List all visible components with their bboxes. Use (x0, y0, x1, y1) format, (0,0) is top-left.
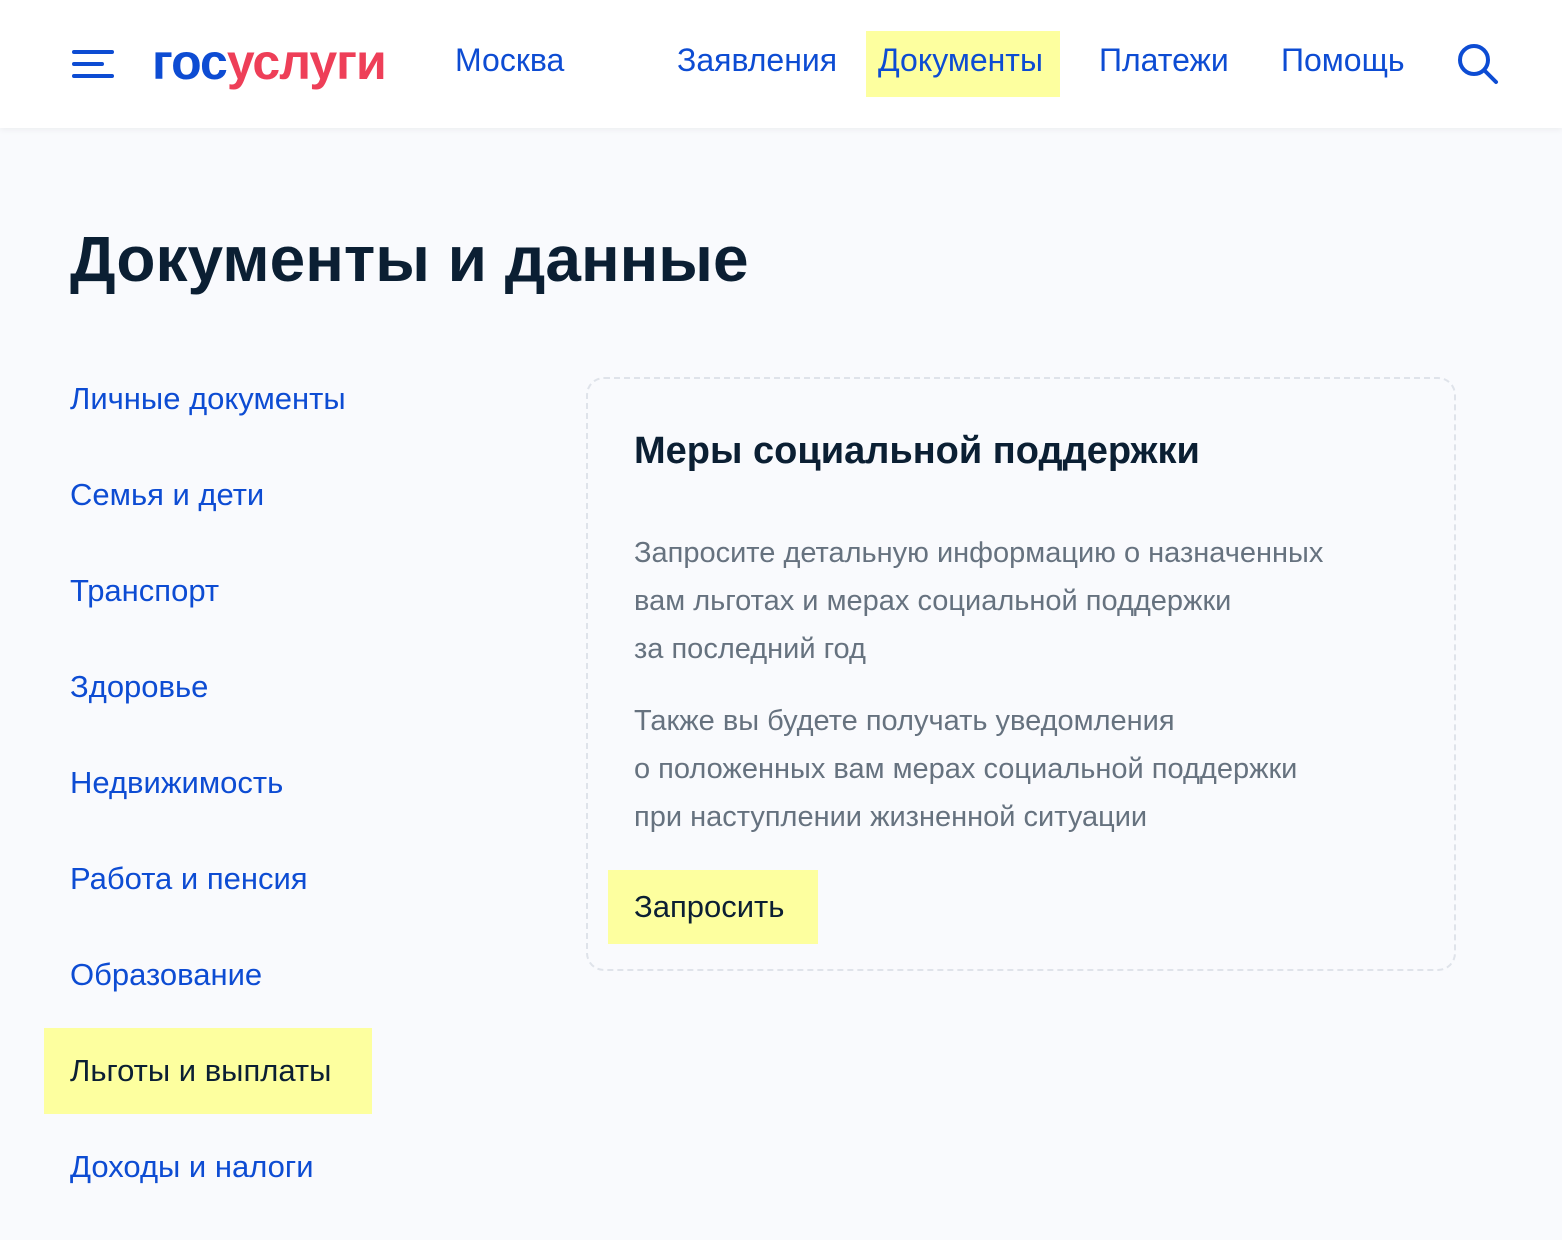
card-paragraph-2-line-3: при наступлении жизненной ситуации (634, 801, 1148, 833)
card-paragraph-2-line-2: о положенных вам мерах социальной поддер… (634, 753, 1298, 785)
sidebar-item-benefits[interactable]: Льготы и выплаты (70, 1053, 331, 1089)
nav-item-applications[interactable]: Заявления (677, 42, 837, 79)
card-paragraph-1-line-1: Запросите детальную информацию о назначе… (634, 537, 1324, 569)
search-icon[interactable] (1456, 42, 1500, 86)
site-header: госуслуги Москва Заявления Документы Пла… (0, 0, 1562, 128)
page-title: Документы и данные (70, 223, 749, 295)
city-selector[interactable]: Москва (455, 42, 564, 79)
request-button[interactable]: Запросить (608, 870, 818, 944)
sidebar-item-work-pension[interactable]: Работа и пенсия (70, 861, 308, 897)
hamburger-menu-icon[interactable] (72, 46, 116, 80)
nav-item-help[interactable]: Помощь (1281, 42, 1405, 79)
sidebar-item-income-taxes[interactable]: Доходы и налоги (70, 1149, 314, 1185)
gosuslugi-logo[interactable]: госуслуги (152, 32, 387, 92)
card-paragraph-1-line-2: вам льготах и мерах социальной поддержки (634, 585, 1232, 617)
sidebar-item-education[interactable]: Образование (70, 957, 262, 993)
logo-part-uslugi: услуги (226, 34, 387, 90)
nav-item-payments[interactable]: Платежи (1099, 42, 1229, 79)
card-paragraph-1-line-3: за последний год (634, 633, 866, 665)
sidebar-item-personal-documents[interactable]: Личные документы (70, 381, 346, 417)
sidebar-item-transport[interactable]: Транспорт (70, 573, 219, 609)
card-paragraph-2-line-1: Также вы будете получать уведомления (634, 705, 1175, 737)
sidebar-item-family[interactable]: Семья и дети (70, 477, 264, 513)
nav-item-documents[interactable]: Документы (878, 42, 1043, 79)
card-title: Меры социальной поддержки (634, 430, 1200, 472)
sidebar-item-health[interactable]: Здоровье (70, 669, 208, 705)
logo-part-gos: гос (152, 34, 228, 90)
sidebar-item-real-estate[interactable]: Недвижимость (70, 765, 283, 801)
